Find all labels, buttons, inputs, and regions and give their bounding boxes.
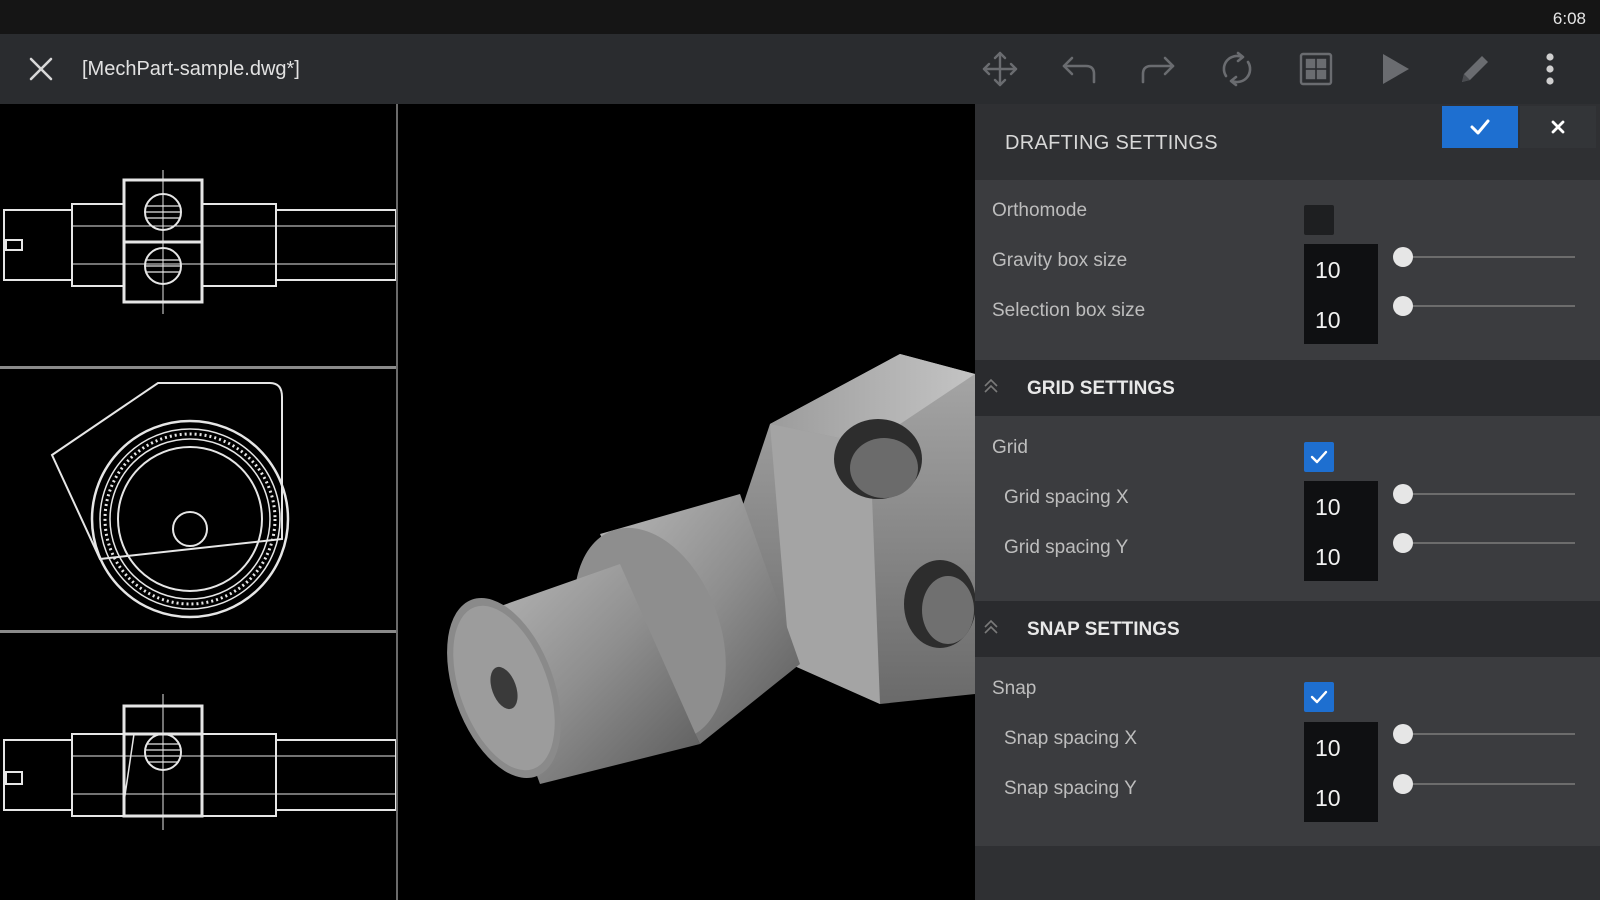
- thumbnail-front-view[interactable]: [0, 104, 397, 364]
- status-time: 6:08: [1552, 9, 1586, 28]
- check-icon: [1310, 450, 1328, 464]
- slider-knob[interactable]: [1393, 724, 1413, 744]
- snap-checkbox[interactable]: [1304, 682, 1334, 712]
- thumbnail-side-view[interactable]: [0, 369, 396, 629]
- status-bar: 6:08: [0, 0, 1600, 34]
- panel-title: DRAFTING SETTINGS: [1005, 132, 1218, 154]
- check-icon: [1470, 119, 1490, 135]
- confirm-button[interactable]: [1442, 106, 1518, 148]
- pencil-icon[interactable]: [1454, 49, 1496, 89]
- snap-spacing-x-input[interactable]: 10: [1304, 722, 1378, 772]
- slider-knob[interactable]: [1393, 484, 1413, 504]
- gravity-box-slider[interactable]: [1393, 246, 1575, 268]
- snap-spacing-x-slider[interactable]: [1393, 723, 1575, 745]
- move-icon[interactable]: [979, 49, 1021, 89]
- close-icon[interactable]: [20, 50, 62, 88]
- cancel-button[interactable]: [1520, 106, 1596, 148]
- snap-label: Snap: [992, 678, 1037, 699]
- chevron-up-icon: [984, 378, 998, 393]
- redo-icon[interactable]: [1137, 49, 1179, 89]
- drafting-settings-panel: DRAFTING SETTINGS Orthomode Gravity box …: [975, 104, 1600, 900]
- app-toolbar: [MechPart-sample.dwg*]: [0, 34, 1600, 104]
- grid-view-icon[interactable]: [1295, 49, 1337, 89]
- play-icon[interactable]: [1374, 49, 1416, 89]
- snap-settings-header[interactable]: SNAP SETTINGS: [975, 601, 1600, 657]
- grid-label: Grid: [992, 437, 1028, 458]
- panel-header: DRAFTING SETTINGS: [975, 104, 1600, 180]
- rotate-icon[interactable]: [1216, 49, 1258, 89]
- selection-box-label: Selection box size: [992, 300, 1146, 321]
- panel-footer: [975, 846, 1600, 900]
- slider-knob[interactable]: [1393, 296, 1413, 316]
- grid-spacing-y-label: Grid spacing Y: [1004, 537, 1129, 558]
- chevron-up-icon: [984, 619, 998, 634]
- selection-box-slider[interactable]: [1393, 295, 1575, 317]
- undo-icon[interactable]: [1058, 49, 1100, 89]
- view-thumbnails: [0, 104, 398, 900]
- slider-knob[interactable]: [1393, 533, 1413, 553]
- slider-knob[interactable]: [1393, 774, 1413, 794]
- grid-spacing-y-input[interactable]: 10: [1304, 531, 1378, 581]
- grid-spacing-x-label: Grid spacing X: [1004, 487, 1129, 508]
- grid-checkbox[interactable]: [1304, 442, 1334, 472]
- section-title: SNAP SETTINGS: [1027, 619, 1180, 640]
- snap-spacing-y-label: Snap spacing Y: [1004, 778, 1137, 799]
- snap-spacing-y-input[interactable]: 10: [1304, 772, 1378, 822]
- gravity-box-label: Gravity box size: [992, 250, 1128, 271]
- thumbnail-top-view[interactable]: [0, 634, 397, 894]
- orthomode-checkbox[interactable]: [1304, 205, 1334, 235]
- 3d-part-render: [447, 354, 975, 784]
- slider-knob[interactable]: [1393, 247, 1413, 267]
- grid-spacing-x-slider[interactable]: [1393, 483, 1575, 505]
- selection-box-input[interactable]: 10: [1304, 294, 1378, 344]
- grid-settings-header[interactable]: GRID SETTINGS: [975, 360, 1600, 416]
- gravity-box-input[interactable]: 10: [1304, 244, 1378, 294]
- grid-spacing-y-slider[interactable]: [1393, 532, 1575, 554]
- thumbnail-divider: [0, 630, 396, 633]
- document-title: [MechPart-sample.dwg*]: [82, 58, 300, 80]
- orthomode-label: Orthomode: [992, 200, 1088, 221]
- grid-spacing-x-input[interactable]: 10: [1304, 481, 1378, 531]
- 3d-model-viewport[interactable]: [400, 104, 975, 900]
- close-icon: [1551, 120, 1565, 134]
- section-title: GRID SETTINGS: [1027, 378, 1175, 399]
- more-vert-icon[interactable]: [1535, 49, 1565, 89]
- check-icon: [1310, 690, 1328, 704]
- snap-spacing-y-slider[interactable]: [1393, 773, 1575, 795]
- snap-spacing-x-label: Snap spacing X: [1004, 728, 1138, 749]
